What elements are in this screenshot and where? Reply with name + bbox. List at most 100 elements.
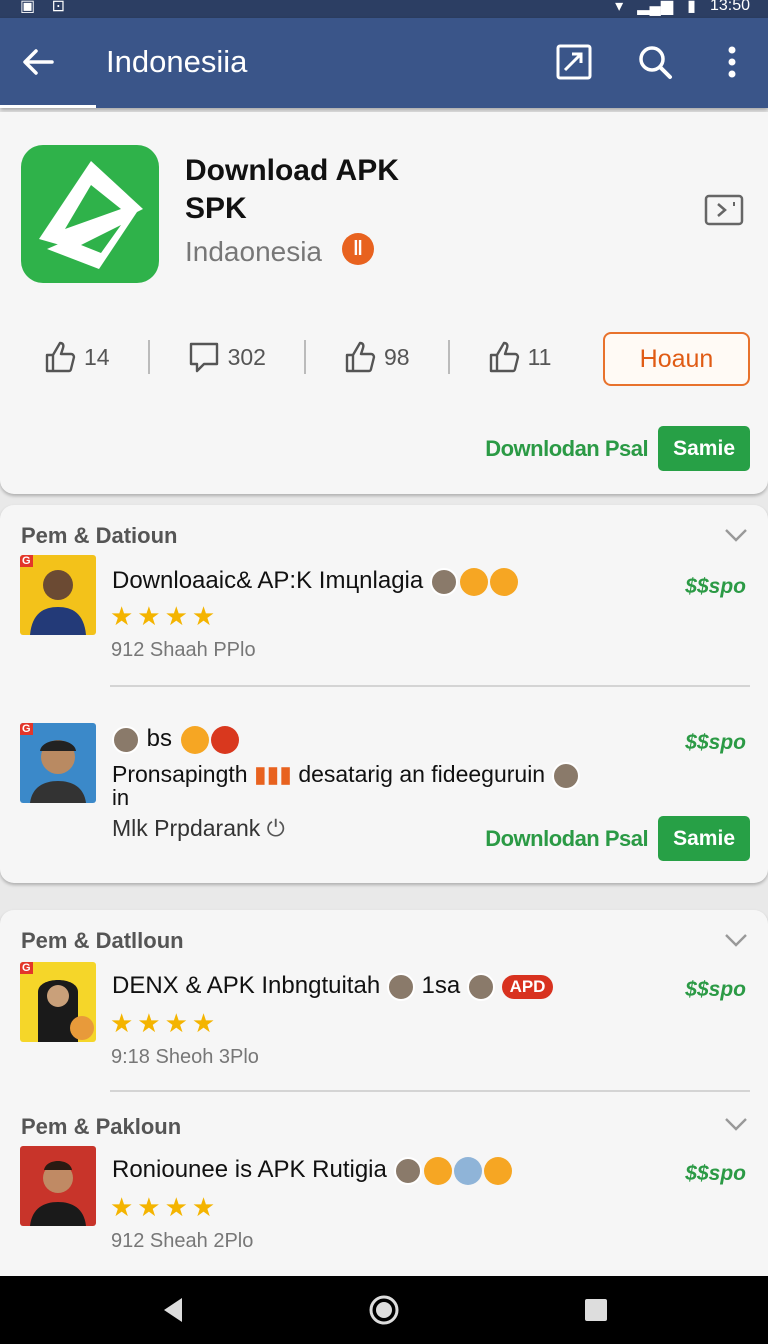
section-header: Pem & Datlloun (21, 928, 184, 953)
section-header: Pem & Pakloun (21, 1114, 182, 1139)
avatar: G (20, 962, 96, 1042)
stat-comments[interactable]: 302 (188, 340, 266, 374)
person-photo-icon (30, 1161, 86, 1226)
tab-indicator (0, 105, 96, 108)
thumbs-up-icon (345, 341, 376, 373)
item-title-wrap: in (112, 785, 130, 810)
status-left-icons: ▣ ⊡ (20, 0, 71, 15)
emoji-icon (453, 1156, 482, 1185)
back-arrow-icon[interactable] (18, 42, 58, 82)
app-bar-title: Indonesiia (106, 44, 248, 79)
nav-home-icon[interactable] (366, 1292, 402, 1328)
divider (110, 1090, 750, 1092)
user-avatar-icon (551, 761, 580, 790)
item-extra: 1sa (421, 972, 461, 999)
app-detail-card: Download APK SPK Indaonesia ǁ 14 302 98 … (0, 112, 768, 494)
samie-button[interactable]: Samie (658, 816, 750, 861)
item-title: Downloaaic& AP:K Imцnlagia (112, 567, 518, 596)
user-avatar-icon (466, 972, 495, 1001)
section-card-2: Pem & Datlloun G DENX & APK Inbngtuitah … (0, 910, 768, 1276)
item-meta: 9:18 Sheoh 3Plo (111, 1046, 259, 1068)
stat-value: 302 (227, 343, 266, 370)
chevron-down-icon[interactable] (724, 932, 748, 948)
nav-recents-icon[interactable] (578, 1292, 614, 1328)
user-avatar-icon (112, 725, 140, 754)
price-tag: $$spo (685, 978, 746, 1001)
chevron-down-icon[interactable] (724, 527, 748, 543)
emoji-icon (180, 725, 209, 754)
nav-back-icon[interactable] (156, 1292, 192, 1328)
item-title-text: Roniounee is APK Rutigia (112, 1156, 387, 1183)
chevron-down-icon[interactable] (724, 1116, 748, 1132)
price-tag: $$spo (685, 1162, 746, 1185)
item-header: bs (112, 725, 239, 754)
divider (447, 340, 450, 374)
stat-likes[interactable]: 14 (44, 340, 110, 374)
stats-row: 14 302 98 11 (44, 340, 551, 374)
stat-likes-2[interactable]: 98 (344, 340, 410, 374)
item-title-text-2: desatarig an fideeguruin (298, 761, 546, 787)
tag-badge: G (20, 555, 33, 567)
item-title-text: DENX & APK Inbngtuitah (112, 972, 381, 999)
tag-badge: G (20, 723, 33, 735)
download-row: Downlodan Psal Samie (485, 816, 750, 861)
emoji-icon (489, 567, 518, 596)
divider (147, 340, 150, 374)
app-logo (21, 145, 159, 283)
avatar (20, 1146, 96, 1226)
section-header: Pem & Datioun (21, 523, 178, 548)
emoji-icon (210, 725, 239, 754)
item-meta: Mlk Prpdarank ⏻ (112, 815, 285, 842)
stat-value: 11 (527, 343, 552, 370)
battery-icon: ▮ (687, 0, 696, 15)
person-photo-icon (30, 570, 86, 635)
stat-likes-3[interactable]: 11 (488, 340, 552, 374)
item-meta: 912 Sheah 2Plo (111, 1230, 254, 1252)
status-bar: ▣ ⊡ ▾ ▂▄▆ ▮ 13:50 (0, 0, 768, 18)
star-rating: ★★★★ (110, 1192, 220, 1222)
action-button[interactable]: Hoaun (603, 332, 750, 386)
avatar: G (20, 555, 96, 635)
power-icon: ⏻ (266, 815, 285, 841)
wifi-icon: ▾ (615, 0, 624, 15)
system-nav-bar (0, 1276, 768, 1344)
price-tag: $$spo (685, 575, 746, 598)
thumbs-up-icon (489, 341, 519, 373)
divider (110, 685, 750, 687)
stat-value: 98 (383, 343, 410, 370)
person-photo-icon (30, 740, 86, 803)
more-options-icon[interactable] (712, 42, 752, 82)
download-row: Downlodan Psal Samie (485, 426, 750, 471)
stat-value: 14 (84, 343, 110, 370)
chart-icon: ▮▮▮ (253, 761, 292, 787)
status-time: 13:50 (709, 0, 750, 14)
download-link[interactable]: Downlodan Psal (485, 826, 648, 852)
status-right: ▾ ▂▄▆ ▮ 13:50 (615, 0, 750, 16)
search-icon[interactable] (635, 42, 675, 82)
emoji-icon (423, 1156, 452, 1185)
tag-badge: G (20, 962, 33, 974)
emoji-icon (459, 567, 488, 596)
cast-icon[interactable] (704, 194, 744, 226)
item-author: bs (146, 725, 173, 752)
item-title: DENX & APK Inbngtuitah 1sa APD (112, 972, 554, 1001)
user-avatar-icon (393, 1156, 422, 1185)
app-logo-icon (39, 161, 143, 269)
download-link[interactable]: Downlodan Psal (485, 436, 648, 462)
thumbs-up-icon (45, 341, 76, 373)
signal-icon: ▂▄▆ (637, 0, 674, 15)
item-title: Pronsapingth ▮▮▮ desatarig an fideegurui… (112, 761, 580, 790)
samie-button[interactable]: Samie (658, 426, 750, 471)
app-title: Download APK SPK (185, 152, 445, 228)
emoji-icon (483, 1156, 512, 1185)
section-card-1: Pem & Datioun G Downloaaic& AP:K Imцnlag… (0, 505, 768, 883)
apd-badge: APD (501, 974, 554, 999)
divider (303, 340, 306, 374)
top-app-bar: Indonesiia (0, 18, 768, 108)
user-avatar-icon (386, 972, 415, 1001)
item-title-text: Pronsapingth (112, 761, 248, 787)
comment-icon (189, 342, 218, 373)
star-rating: ★★★★ (110, 1008, 220, 1038)
item-title-text: Downloaaic& AP:K Imцnlagia (112, 567, 424, 594)
image-icon[interactable] (554, 42, 594, 82)
